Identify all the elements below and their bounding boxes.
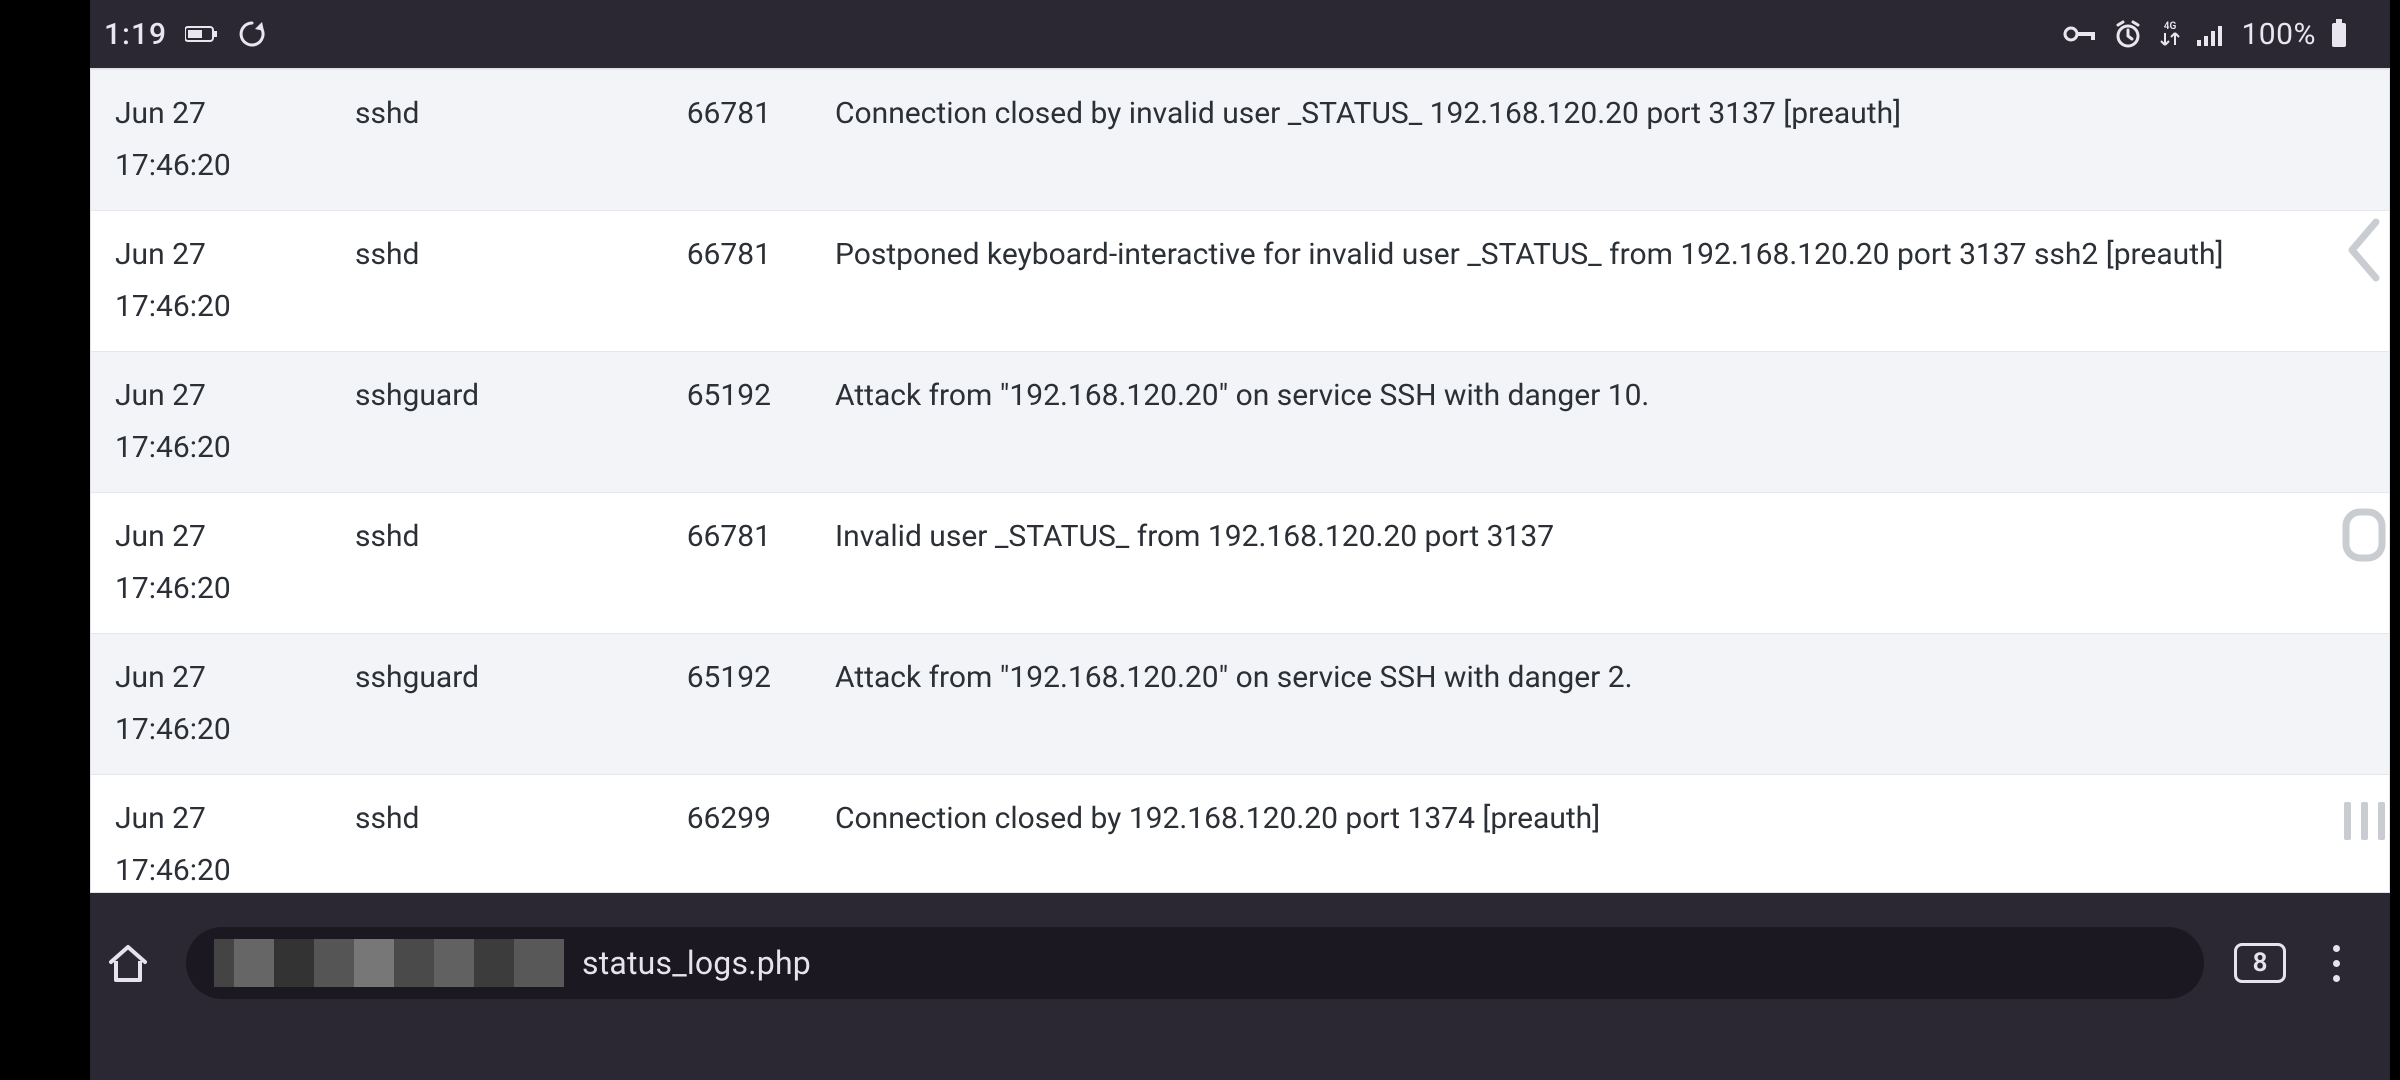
log-pid: 66781 — [581, 70, 811, 211]
log-message: Attack from "192.168.120.20" on service … — [811, 352, 2389, 493]
log-time: Jun 27 17:46:20 — [91, 211, 331, 352]
table-row[interactable]: Jun 27 17:46:20sshguard65192Attack from … — [91, 352, 2389, 493]
svg-text:4G: 4G — [2164, 21, 2177, 32]
log-process: sshd — [331, 493, 581, 634]
signal-icon — [2197, 22, 2227, 46]
log-process: sshd — [331, 211, 581, 352]
log-time: Jun 27 17:46:20 — [91, 70, 331, 211]
tabs-button[interactable]: 8 — [2234, 943, 2286, 983]
log-time: Jun 27 17:46:20 — [91, 634, 331, 775]
address-bar[interactable]: status_logs.php — [186, 927, 2204, 999]
vpn-key-icon — [2063, 24, 2099, 44]
log-pid: 65192 — [581, 352, 811, 493]
browser-home-button[interactable] — [100, 940, 156, 986]
table-row[interactable]: Jun 27 17:46:20sshd66299Connection close… — [91, 775, 2389, 894]
battery-icon — [2330, 19, 2348, 49]
table-row[interactable]: Jun 27 17:46:20sshd66781Connection close… — [91, 70, 2389, 211]
log-message: Attack from "192.168.120.20" on service … — [811, 634, 2389, 775]
table-row[interactable]: Jun 27 17:46:20sshd66781Invalid user _ST… — [91, 493, 2389, 634]
status-time: 1:19 — [104, 17, 167, 52]
log-time: Jun 27 17:46:20 — [91, 352, 331, 493]
sync-icon — [237, 19, 267, 49]
log-pid: 65192 — [581, 634, 811, 775]
log-process: sshguard — [331, 352, 581, 493]
log-message: Connection closed by 192.168.120.20 port… — [811, 775, 2389, 894]
redacted-hostname — [214, 939, 564, 987]
log-pid: 66299 — [581, 775, 811, 894]
log-process: sshguard — [331, 634, 581, 775]
log-pid: 66781 — [581, 493, 811, 634]
battery-percent: 100% — [2241, 17, 2316, 52]
log-time: Jun 27 17:46:20 — [91, 775, 331, 894]
data-transfer-icon: 4G — [2157, 19, 2183, 49]
android-back-button[interactable] — [2334, 210, 2394, 290]
table-row[interactable]: Jun 27 17:46:20sshd66781Postponed keyboa… — [91, 211, 2389, 352]
log-viewer[interactable]: Jun 27 17:46:20sshd66781Connection close… — [90, 68, 2390, 893]
log-message: Invalid user _STATUS_ from 192.168.120.2… — [811, 493, 2389, 634]
log-process: sshd — [331, 775, 581, 894]
log-table: Jun 27 17:46:20sshd66781Connection close… — [91, 69, 2389, 893]
android-status-bar: 1:19 4G 100% — [90, 0, 2390, 68]
log-pid: 66781 — [581, 211, 811, 352]
log-message: Connection closed by invalid user _STATU… — [811, 70, 2389, 211]
address-bar-url: status_logs.php — [582, 944, 811, 982]
table-row[interactable]: Jun 27 17:46:20sshguard65192Attack from … — [91, 634, 2389, 775]
tabs-count: 8 — [2253, 948, 2268, 978]
log-message: Postponed keyboard-interactive for inval… — [811, 211, 2389, 352]
log-time: Jun 27 17:46:20 — [91, 493, 331, 634]
browser-bottom-bar: status_logs.php 8 — [90, 893, 2390, 1080]
android-home-button[interactable] — [2334, 500, 2394, 570]
battery-saver-icon — [185, 24, 219, 44]
log-process: sshd — [331, 70, 581, 211]
alarm-icon — [2113, 19, 2143, 49]
browser-menu-button[interactable] — [2316, 945, 2356, 982]
android-recents-button[interactable] — [2334, 790, 2394, 850]
